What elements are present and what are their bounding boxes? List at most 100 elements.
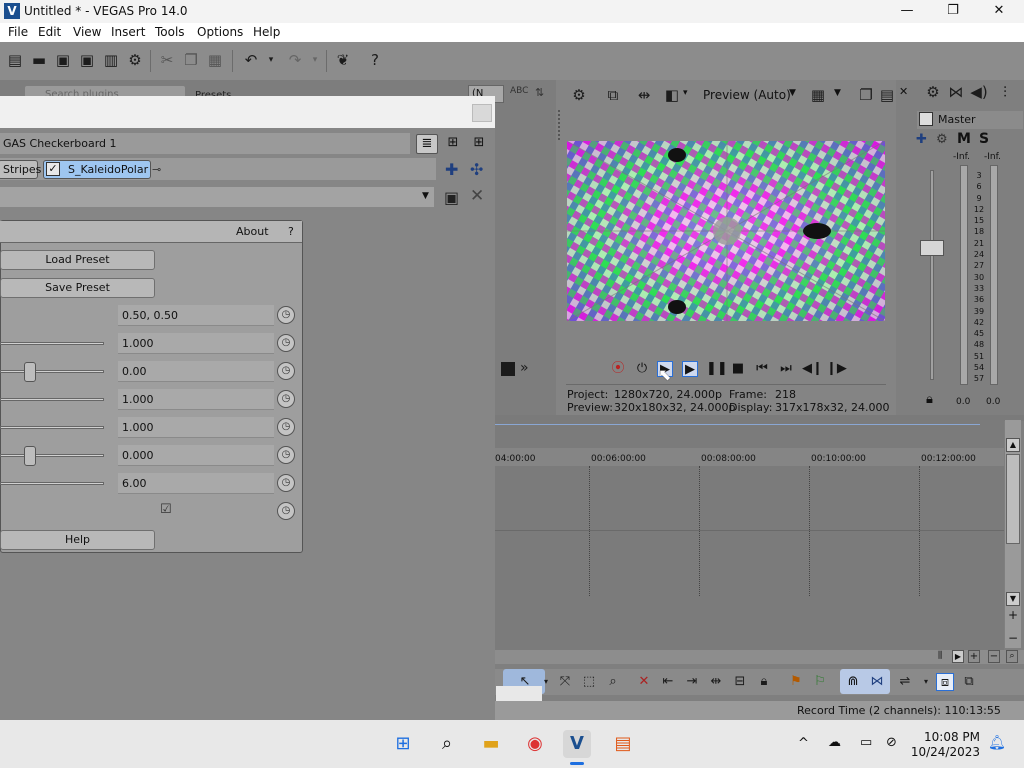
lock-icon[interactable]: 🔒︎	[926, 392, 933, 407]
vegas-taskbar-icon[interactable]: V	[563, 730, 591, 758]
auto-crossfade-icon[interactable]: ⋈	[868, 673, 886, 691]
trim-start-icon[interactable]: ⇤	[659, 673, 677, 691]
next-frame-icon[interactable]: ❙▶	[826, 361, 847, 377]
network-icon[interactable]: ⊘	[886, 735, 897, 750]
stop-icon[interactable]: ■	[730, 361, 746, 377]
open-icon[interactable]: ▬	[30, 51, 48, 69]
param-slider[interactable]	[0, 454, 104, 457]
downmix-icon[interactable]: ⋈	[947, 83, 965, 101]
redo-icon[interactable]: ↷	[286, 51, 304, 69]
plug-in-chain-icon[interactable]: ✚	[445, 160, 458, 179]
help-icon[interactable]: ?	[366, 51, 384, 69]
master-fader-thumb[interactable]	[920, 240, 944, 256]
list-view-icon[interactable]: ≣	[416, 134, 438, 154]
spell-icon[interactable]: ABC	[510, 86, 528, 96]
save-snapshot-icon[interactable]: ▤	[878, 86, 896, 104]
loop-playback-icon[interactable]: ⏻	[634, 361, 650, 377]
param-field[interactable]: 0.00	[118, 361, 274, 382]
param-slider[interactable]	[0, 342, 104, 345]
scroll-thumb[interactable]	[1006, 454, 1020, 544]
param-field-center[interactable]: 0.50, 0.50	[118, 305, 274, 326]
save-preset-button[interactable]: Save Preset	[0, 278, 155, 298]
chrome-icon[interactable]: ◉	[521, 730, 549, 758]
go-to-end-icon[interactable]: ⏭	[778, 361, 794, 377]
menu-insert[interactable]: Insert	[111, 25, 145, 39]
param-slider[interactable]	[0, 482, 104, 485]
notification-icon[interactable]: 🔔︎	[988, 735, 1006, 751]
previous-frame-icon[interactable]: ◀❙	[802, 361, 823, 377]
master-settings-icon[interactable]: ⚙	[924, 83, 942, 101]
param-field[interactable]: 1.000	[118, 389, 274, 410]
zoom-tool-icon[interactable]: ⌕	[1006, 650, 1018, 663]
trim-end-icon[interactable]: ⇥	[683, 673, 701, 691]
save-icon[interactable]: ▣	[54, 51, 72, 69]
fast-forward-icon[interactable]: »	[520, 360, 529, 376]
search-icon[interactable]: ⌕	[433, 730, 461, 758]
zoom-tool-icon[interactable]: ⌕	[604, 673, 622, 691]
insert-region-icon[interactable]: ⚐	[811, 673, 829, 691]
plugin-icon[interactable]: ❦	[334, 51, 352, 69]
master-fx-icon[interactable]: ✚	[916, 132, 927, 147]
copy-snapshot-icon[interactable]: ❐	[857, 86, 875, 104]
store-icon[interactable]: ▤	[609, 730, 637, 758]
scroll-up-icon[interactable]: ▲	[1006, 438, 1020, 452]
trim-icon[interactable]: ⊟	[731, 673, 749, 691]
fx-chip-stripes[interactable]: Stripes	[0, 160, 41, 179]
load-preset-button[interactable]: Load Preset	[0, 250, 155, 270]
master-select-box[interactable]	[919, 112, 933, 126]
menu-edit[interactable]: Edit	[38, 25, 61, 39]
param-slider-thumb[interactable]	[24, 446, 36, 466]
file-explorer-icon[interactable]: ▬	[477, 730, 505, 758]
preview-quality-chevron-icon[interactable]: ▼	[789, 88, 796, 98]
render-icon[interactable]: ▥	[102, 51, 120, 69]
master-gear-icon[interactable]: ⚙	[936, 132, 948, 147]
param-field[interactable]: 1.000	[118, 333, 274, 354]
param-checkbox[interactable]: ☑	[160, 503, 174, 517]
delete-preset-icon[interactable]: ✕	[470, 186, 484, 206]
save-as-icon[interactable]: ▣	[78, 51, 96, 69]
record-icon[interactable]: ⦿	[610, 361, 626, 377]
zoom-out-horizontal-icon[interactable]: −	[988, 650, 1000, 663]
external-monitor-icon[interactable]: ⧉	[604, 86, 622, 104]
clock-time[interactable]: 10:08 PM	[920, 730, 980, 744]
panel-grip[interactable]	[558, 110, 561, 140]
redo-dropdown-icon[interactable]: ▾	[306, 51, 324, 69]
close-button[interactable]: ✕	[976, 0, 1022, 23]
keyframe-clock-icon[interactable]: ◷	[277, 502, 295, 520]
zoom-in-horizontal-icon[interactable]: +	[968, 650, 980, 663]
keyframe-clock-icon[interactable]: ◷	[277, 474, 295, 492]
settings-icon[interactable]: ⚙	[126, 51, 144, 69]
undo-icon[interactable]: ↶	[242, 51, 260, 69]
undo-dropdown-icon[interactable]: ▾	[262, 51, 280, 69]
pause-icon[interactable]: ❚❚	[706, 361, 728, 377]
scroll-right-icon[interactable]: ▶	[952, 650, 964, 663]
overlay-icon[interactable]: ◧	[663, 86, 681, 104]
keyframe-clock-icon[interactable]: ◷	[277, 306, 295, 324]
menu-help[interactable]: Help	[253, 25, 280, 39]
grid-icon[interactable]: ▦	[809, 86, 827, 104]
delete-icon[interactable]: ✕	[635, 673, 653, 691]
ungroup-icon[interactable]: ⧉	[960, 673, 978, 691]
tray-overflow-icon[interactable]: ^	[798, 736, 809, 751]
clock-date[interactable]: 10/24/2023	[910, 745, 980, 759]
grid-dropdown-icon[interactable]: ▼	[834, 88, 841, 98]
about-help-button[interactable]: ?	[288, 225, 294, 238]
start-icon[interactable]: ⊞	[389, 730, 417, 758]
zoom-in-vertical-icon[interactable]: +	[1006, 609, 1020, 623]
sort-icon[interactable]: ⇅	[535, 86, 544, 99]
scroll-down-icon[interactable]: ▼	[1006, 592, 1020, 606]
preview-settings-icon[interactable]: ⚙	[570, 86, 588, 104]
timeline-horizontal-scrollbar[interactable]	[495, 650, 1024, 664]
lock-events-icon[interactable]: 🔒︎	[755, 673, 773, 691]
keyframe-clock-icon[interactable]: ◷	[277, 334, 295, 352]
preset-dropdown-icon[interactable]: ▼	[422, 191, 429, 201]
param-slider[interactable]	[0, 426, 104, 429]
keyframe-clock-icon[interactable]: ◷	[277, 362, 295, 380]
cut-icon[interactable]: ✂	[158, 51, 176, 69]
play-icon[interactable]: ▶	[682, 361, 698, 377]
dialog-close-button[interactable]	[472, 104, 492, 122]
menu-view[interactable]: View	[73, 25, 101, 39]
preview-quality-dropdown[interactable]: Preview (Auto)	[703, 88, 791, 102]
snapping-icon[interactable]: ⋒	[844, 673, 862, 691]
menu-file[interactable]: File	[8, 25, 28, 39]
